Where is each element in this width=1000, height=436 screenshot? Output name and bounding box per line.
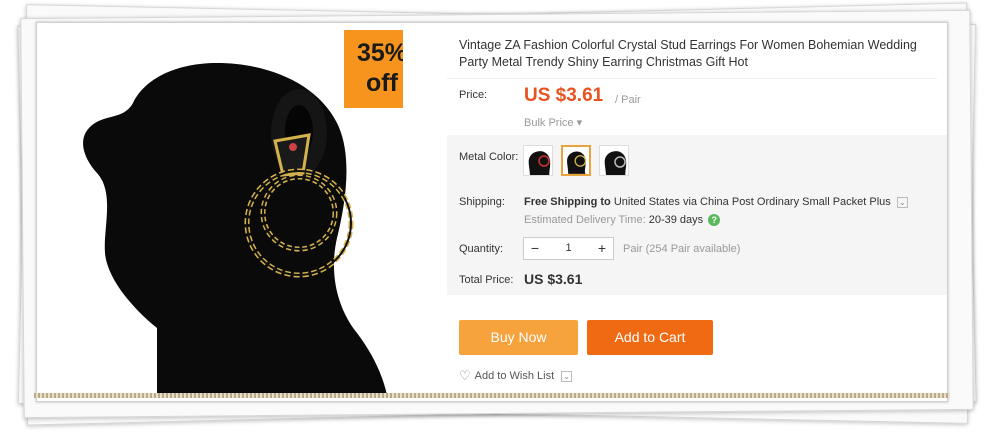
heart-icon: ♡ [459,368,471,383]
price-value: US $3.61 [524,85,604,106]
swatch-thumb [604,151,627,175]
quantity-decrease-button[interactable]: − [524,238,546,259]
metal-color-swatches [523,145,629,176]
chevron-down-icon: ▾ [576,117,583,129]
total-price-label: Total Price: [459,274,514,286]
price-label: Price: [459,89,488,101]
discount-off: off [366,69,398,97]
swatch-thumb [528,151,551,175]
chevron-down-icon[interactable]: ⌄ [561,370,573,382]
discount-badge: 35% off [344,30,403,108]
discount-percent: 35% [356,39,403,67]
shipping-info: Free Shipping to United States via China… [524,196,908,208]
swatch-thumb [567,151,587,174]
wish-list-label: Add to Wish List [474,370,555,382]
question-circle-icon[interactable]: ? [708,214,721,227]
delivery-estimate: Estimated Delivery Time: 20-39 days ? [524,214,721,227]
quantity-available: Pair (254 Pair available) [623,243,741,255]
product-title: Vintage ZA Fashion Colorful Crystal Stud… [459,38,917,69]
chevron-down-icon[interactable]: ⌄ [896,196,908,208]
quantity-increase-button[interactable]: + [591,238,613,259]
shipping-destination: United States via China Post Ordinary Sm… [613,196,891,208]
quantity-label: Quantity: [459,243,504,255]
bulk-price-label: Bulk Price [524,117,574,129]
metal-color-label-text: Metal Color: [459,151,519,163]
color-swatch-2[interactable] [561,145,591,176]
estimate-label: Estimated Delivery Time: [524,214,646,226]
metal-color-label: Metal Color: [459,151,518,163]
frame-border-decoration [34,393,950,398]
add-to-wish-list-link[interactable]: ♡ Add to Wish List ⌄ [459,368,573,384]
divider [447,78,937,79]
color-swatch-3[interactable] [599,145,629,176]
product-image: 35% off [37,23,403,395]
price-unit: / Pair [615,94,641,106]
free-shipping-text: Free Shipping to [524,196,611,208]
quantity-stepper: − 1 + [523,237,614,260]
color-swatch-1[interactable] [523,145,553,176]
buy-now-button[interactable]: Buy Now [459,320,578,355]
estimate-days: 20-39 days [648,214,704,226]
bulk-price-toggle[interactable]: Bulk Price ▾ [524,116,582,129]
total-price-value: US $3.61 [524,271,583,287]
add-to-cart-button[interactable]: Add to Cart [587,320,713,355]
product-details: Vintage ZA Fashion Colorful Crystal Stud… [447,23,947,401]
shipping-label: Shipping: [459,196,505,208]
product-card: 35% off Vintage ZA Fashion Colorful Crys… [36,22,948,402]
quantity-input[interactable]: 1 [546,238,591,259]
